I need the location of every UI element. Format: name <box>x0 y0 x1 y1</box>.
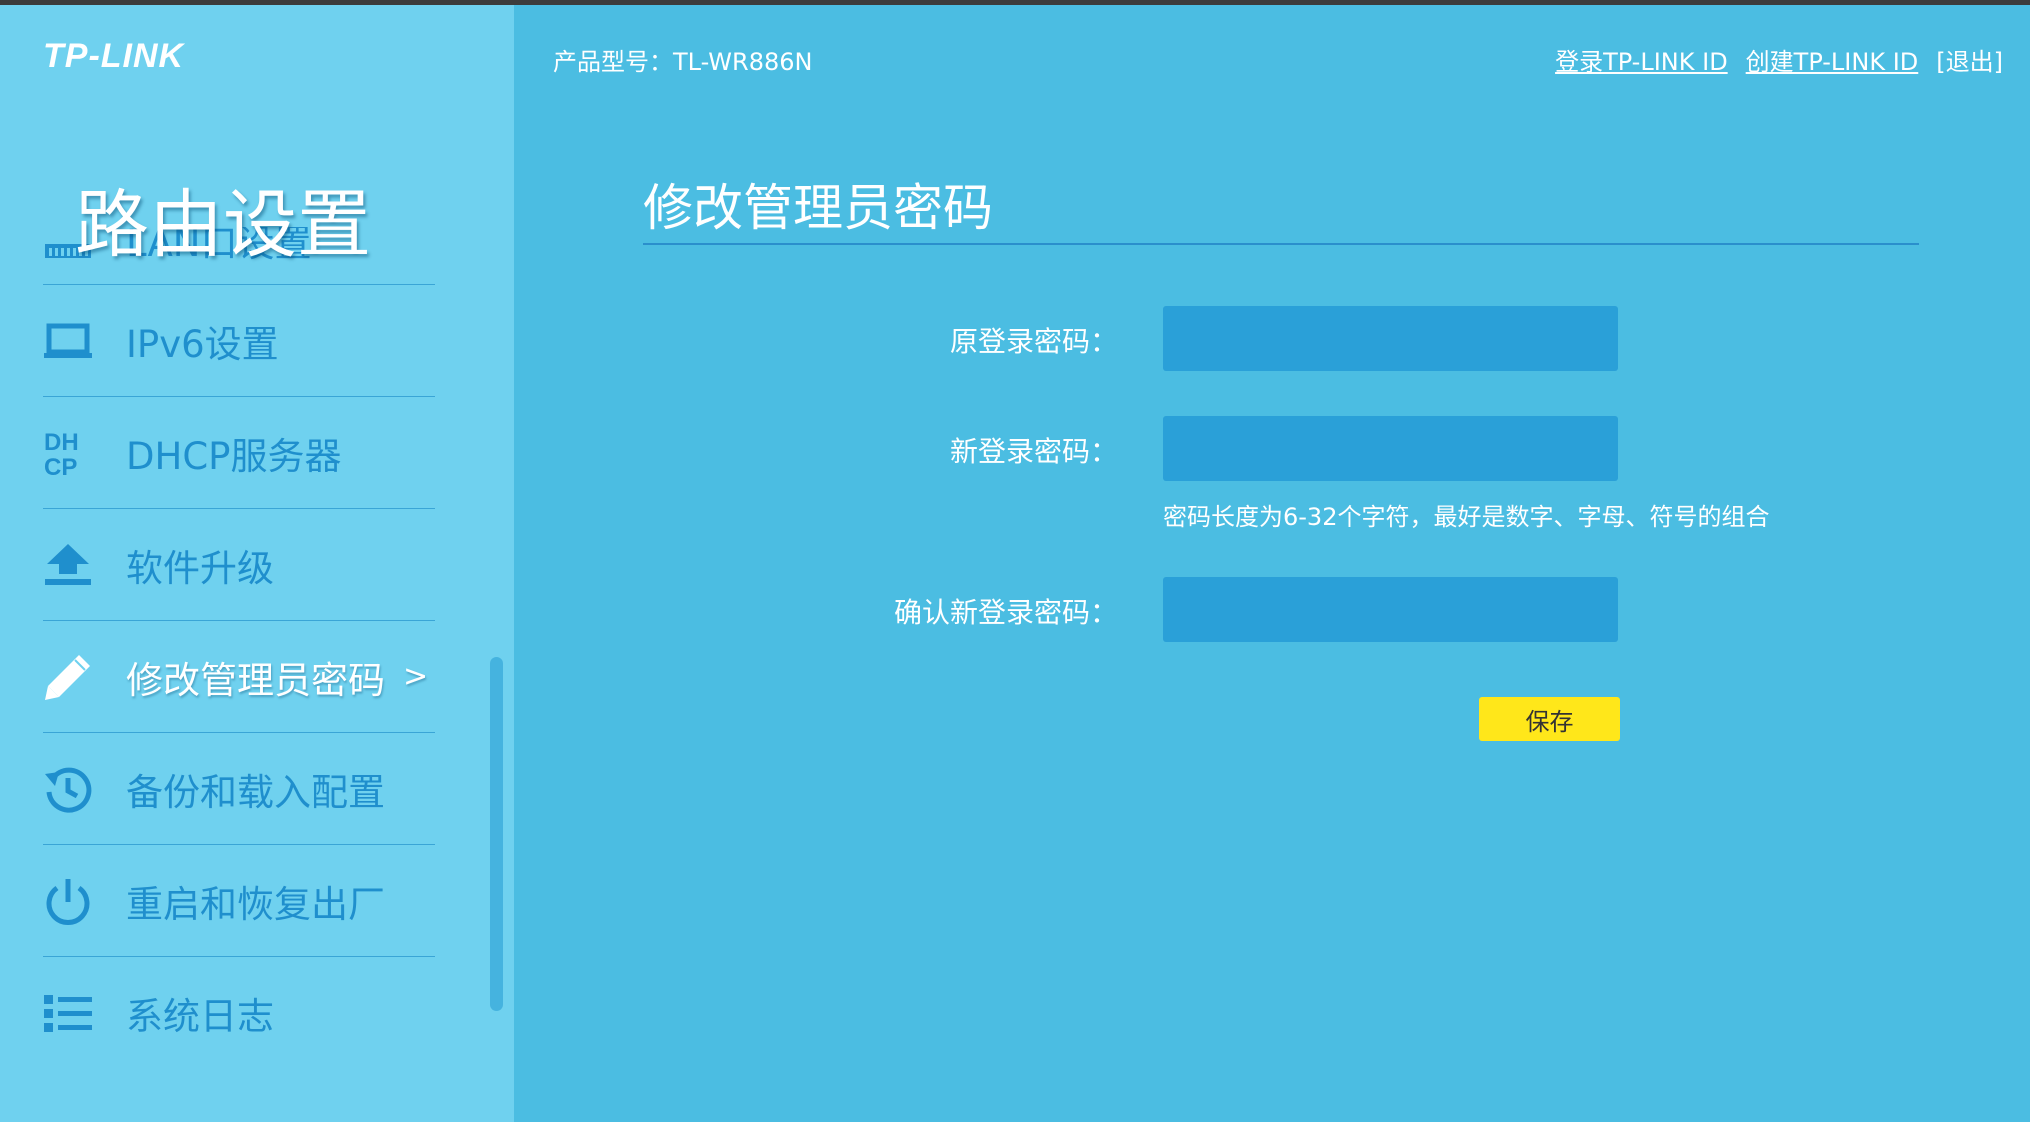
confirm-password-label: 确认新登录密码： <box>893 596 1118 629</box>
login-tplink-id-link[interactable]: 登录TP-LINK ID <box>1555 42 1728 77</box>
sidebar-item-label: 重启和恢复出厂 <box>126 882 385 926</box>
pencil-icon <box>43 652 93 702</box>
dhcp-icon: DH CP <box>43 428 93 478</box>
list-icon <box>43 988 93 1038</box>
sidebar-item-firmware-upgrade[interactable]: 软件升级 <box>43 509 435 621</box>
sidebar-item-label: 软件升级 <box>126 546 274 590</box>
sidebar-item-system-log[interactable]: 系统日志 <box>43 957 435 1069</box>
sidebar-item-label: 系统日志 <box>126 995 274 1038</box>
title-divider <box>643 243 1919 245</box>
sidebar-item-label: DHCP服务器 <box>126 434 342 478</box>
new-password-input[interactable] <box>1163 416 1618 481</box>
confirm-password-input[interactable] <box>1163 577 1618 642</box>
chevron-right-icon: > <box>403 659 429 694</box>
section-title: 路由设置 <box>75 182 371 268</box>
sidebar-item-backup-restore[interactable]: 备份和载入配置 <box>43 733 435 845</box>
product-model: 产品型号：TL-WR886N <box>553 48 813 76</box>
laptop-icon <box>43 316 93 366</box>
old-password-input[interactable] <box>1163 306 1618 371</box>
upload-icon <box>43 540 93 590</box>
sidebar: TP-LINK 路由设置 LAN口设置 IPv6设置 DH CP DHCP服务器 … <box>0 5 514 1122</box>
old-password-label: 原登录密码： <box>949 325 1118 358</box>
sidebar-item-label: 修改管理员密码 <box>126 658 385 702</box>
history-icon <box>43 764 93 814</box>
page-title: 修改管理员密码 <box>643 179 993 237</box>
sidebar-scrollbar[interactable] <box>490 657 503 1011</box>
new-password-label: 新登录密码： <box>949 435 1118 468</box>
account-links: 登录TP-LINK ID 创建TP-LINK ID [退出] <box>1555 42 2003 77</box>
sidebar-item-ipv6[interactable]: IPv6设置 <box>43 285 435 397</box>
power-icon <box>43 876 93 926</box>
sidebar-item-change-password[interactable]: 修改管理员密码 > <box>43 621 435 733</box>
save-button[interactable]: 保存 <box>1479 697 1620 741</box>
sidebar-item-dhcp[interactable]: DH CP DHCP服务器 <box>43 397 435 509</box>
sidebar-item-label: IPv6设置 <box>126 322 279 366</box>
sidebar-menu: LAN口设置 IPv6设置 DHCP DHCP服务器 软件升级 修改管理员密码 <box>43 227 435 1069</box>
logout-link[interactable]: [退出] <box>1936 42 2003 77</box>
svg-text:DH: DH <box>44 429 79 456</box>
tp-link-logo: TP-LINK <box>43 37 185 75</box>
sidebar-item-reboot-reset[interactable]: 重启和恢复出厂 <box>43 845 435 957</box>
svg-text:CP: CP <box>44 454 77 478</box>
create-tplink-id-link[interactable]: 创建TP-LINK ID <box>1746 42 1919 77</box>
sidebar-item-label: 备份和载入配置 <box>126 770 385 814</box>
password-hint: 密码长度为6-32个字符，最好是数字、字母、符号的组合 <box>1163 503 1770 531</box>
